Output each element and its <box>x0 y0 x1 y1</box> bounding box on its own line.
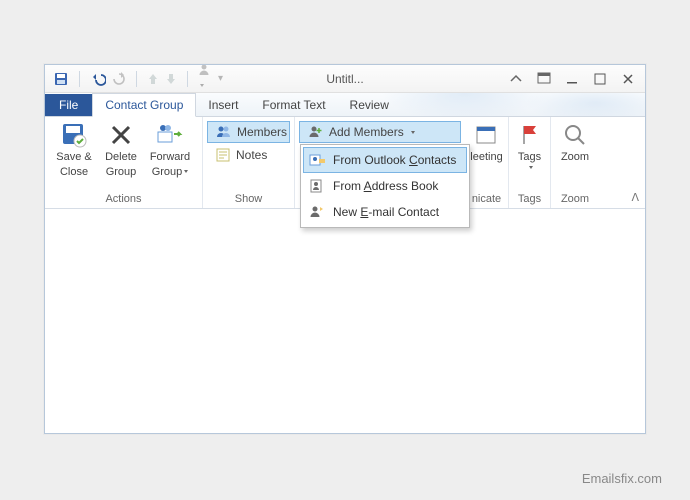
group-zoom: Zoom Zoom <box>551 117 599 208</box>
tab-insert[interactable]: Insert <box>196 94 250 116</box>
add-members-button[interactable]: Add Members From Outlook Contacts From A… <box>299 121 461 143</box>
group-actions: Save & Close Delete Group Forward Group … <box>45 117 203 208</box>
notes-icon <box>215 147 231 163</box>
minimize-icon[interactable] <box>565 72 579 86</box>
chevron-down-icon <box>529 166 533 169</box>
zoom-button[interactable]: Zoom <box>555 119 595 166</box>
notes-button[interactable]: Notes <box>207 144 290 166</box>
members-icon <box>216 124 232 140</box>
tags-button[interactable]: Tags <box>513 119 546 171</box>
label: From Address Book <box>333 179 438 193</box>
group-show: Members Notes Show <box>203 117 295 208</box>
redo-icon[interactable] <box>112 72 126 86</box>
chevron-down-icon <box>411 131 415 134</box>
qat-customize-icon[interactable]: ▾ <box>218 73 223 84</box>
content-area <box>45 209 645 433</box>
watermark: Emailsfix.com <box>582 471 662 486</box>
ribbon-up-icon[interactable] <box>509 72 523 86</box>
ribbon-display-icon[interactable] <box>537 72 551 86</box>
outlook-contacts-icon <box>309 152 325 168</box>
tab-file[interactable]: File <box>45 94 92 116</box>
up-icon[interactable] <box>147 72 159 86</box>
group-label: Tags <box>513 191 546 208</box>
undo-icon[interactable] <box>90 72 106 86</box>
label: Close <box>60 166 88 179</box>
meeting-icon <box>473 121 501 149</box>
delete-group-button[interactable]: Delete Group <box>99 119 143 180</box>
save-and-close-button[interactable]: Save & Close <box>49 119 99 180</box>
maximize-icon[interactable] <box>593 72 607 86</box>
group-communicate: leeting nicate <box>465 117 509 208</box>
label: Members <box>237 125 287 139</box>
window-title: Untitl... <box>326 72 363 86</box>
members-button[interactable]: Members <box>207 121 290 143</box>
label: leeting <box>470 151 502 164</box>
label: Group <box>106 166 137 179</box>
label: Zoom <box>561 151 589 164</box>
tab-contact-group[interactable]: Contact Group <box>92 93 196 117</box>
menu-new-email-contact[interactable]: New E-mail Contact <box>303 199 467 225</box>
label: Delete <box>105 151 137 164</box>
label: Forward <box>150 151 190 164</box>
group-label: Actions <box>49 191 198 208</box>
forward-group-button[interactable]: Forward Group <box>143 119 197 180</box>
tab-review[interactable]: Review <box>338 94 401 116</box>
group-label: Show <box>207 191 290 208</box>
group-tags: Tags Tags <box>509 117 551 208</box>
delete-icon <box>107 121 135 149</box>
title-bar: ▾ Untitl... <box>45 65 645 93</box>
flag-icon <box>516 121 544 149</box>
label: Notes <box>236 148 267 162</box>
add-members-dropdown: From Outlook Contacts From Address Book … <box>300 144 470 228</box>
save-icon[interactable] <box>53 71 69 87</box>
address-book-icon <box>309 178 325 194</box>
meeting-button[interactable]: leeting <box>469 119 504 166</box>
label: Group <box>152 166 189 179</box>
app-window: ▾ Untitl... File Contact Group Insert Fo… <box>44 64 646 434</box>
forward-icon <box>156 121 184 149</box>
ribbon-collapse-icon[interactable]: ᐱ <box>631 191 639 204</box>
save-close-icon <box>60 121 88 149</box>
group-label: nicate <box>469 191 504 208</box>
close-icon[interactable] <box>621 72 635 86</box>
ribbon: Save & Close Delete Group Forward Group … <box>45 117 645 209</box>
zoom-icon <box>561 121 589 149</box>
label: Add Members <box>329 125 404 139</box>
label: Save & <box>56 151 91 164</box>
add-members-icon <box>308 124 324 140</box>
down-icon[interactable] <box>165 72 177 86</box>
user-dropdown-icon[interactable] <box>198 64 212 95</box>
label: New E-mail Contact <box>333 205 439 219</box>
label: Tags <box>518 151 541 164</box>
group-members: Add Members From Outlook Contacts From A… <box>295 117 465 208</box>
new-contact-icon <box>309 204 325 220</box>
menu-from-outlook-contacts[interactable]: From Outlook Contacts <box>303 147 467 173</box>
label: From Outlook Contacts <box>333 153 456 167</box>
menu-from-address-book[interactable]: From Address Book <box>303 173 467 199</box>
quick-access-toolbar: ▾ <box>45 64 231 95</box>
group-label: Zoom <box>555 191 595 208</box>
tab-format-text[interactable]: Format Text <box>250 94 337 116</box>
ribbon-tabs: File Contact Group Insert Format Text Re… <box>45 93 645 117</box>
